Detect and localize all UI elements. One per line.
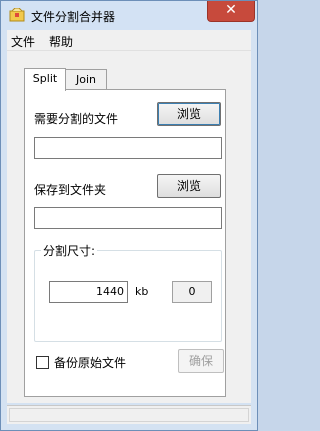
source-file-input[interactable] bbox=[34, 137, 222, 159]
size-unit-label: kb bbox=[135, 285, 149, 298]
backup-checkbox[interactable] bbox=[36, 356, 49, 369]
tab-split[interactable]: Split bbox=[24, 68, 66, 91]
split-size-input[interactable]: 1440 bbox=[49, 281, 128, 303]
piece-count-value: 0 bbox=[188, 285, 196, 298]
confirm-button[interactable]: 确保 bbox=[178, 349, 224, 373]
browse-dest-label: 浏览 bbox=[176, 179, 201, 193]
close-button[interactable]: ✕ bbox=[207, 1, 255, 22]
source-file-label: 需要分割的文件 bbox=[34, 112, 119, 126]
confirm-label: 确保 bbox=[188, 354, 213, 368]
status-bar bbox=[7, 405, 251, 424]
window-title: 文件分割合并器 bbox=[31, 10, 116, 24]
tab-split-label: Split bbox=[32, 72, 58, 85]
tab-join-label: Join bbox=[75, 73, 96, 86]
menu-help[interactable]: 帮助 bbox=[49, 33, 73, 50]
tab-join[interactable]: Join bbox=[65, 69, 107, 90]
title-bar[interactable]: 文件分割合并器 ✕ bbox=[1, 1, 257, 30]
menu-bar: 文件 帮助 bbox=[7, 30, 251, 51]
browse-source-label: 浏览 bbox=[176, 107, 201, 121]
dest-folder-input[interactable] bbox=[34, 207, 222, 229]
split-panel: 需要分割的文件 浏览 保存到文件夹 浏览 分割尺寸: 1440 kb 0 备份原… bbox=[24, 89, 226, 397]
app-window: 文件分割合并器 ✕ 文件 帮助 Split Join 需要分割的文件 浏览 保存… bbox=[0, 0, 258, 431]
dest-folder-label: 保存到文件夹 bbox=[34, 183, 107, 197]
close-icon: ✕ bbox=[225, 2, 237, 18]
app-icon bbox=[9, 8, 25, 22]
backup-label: 备份原始文件 bbox=[54, 356, 127, 370]
browse-source-button[interactable]: 浏览 bbox=[157, 102, 221, 126]
status-pane bbox=[9, 408, 249, 422]
split-size-group: 分割尺寸: 1440 kb 0 bbox=[34, 242, 222, 342]
browse-dest-button[interactable]: 浏览 bbox=[157, 174, 221, 198]
split-size-value: 1440 bbox=[96, 285, 124, 298]
split-size-title: 分割尺寸: bbox=[41, 242, 98, 259]
piece-count-readout: 0 bbox=[172, 281, 212, 303]
client-area: Split Join 需要分割的文件 浏览 保存到文件夹 浏览 分割尺寸: 14… bbox=[7, 51, 251, 403]
menu-file[interactable]: 文件 bbox=[11, 33, 35, 50]
